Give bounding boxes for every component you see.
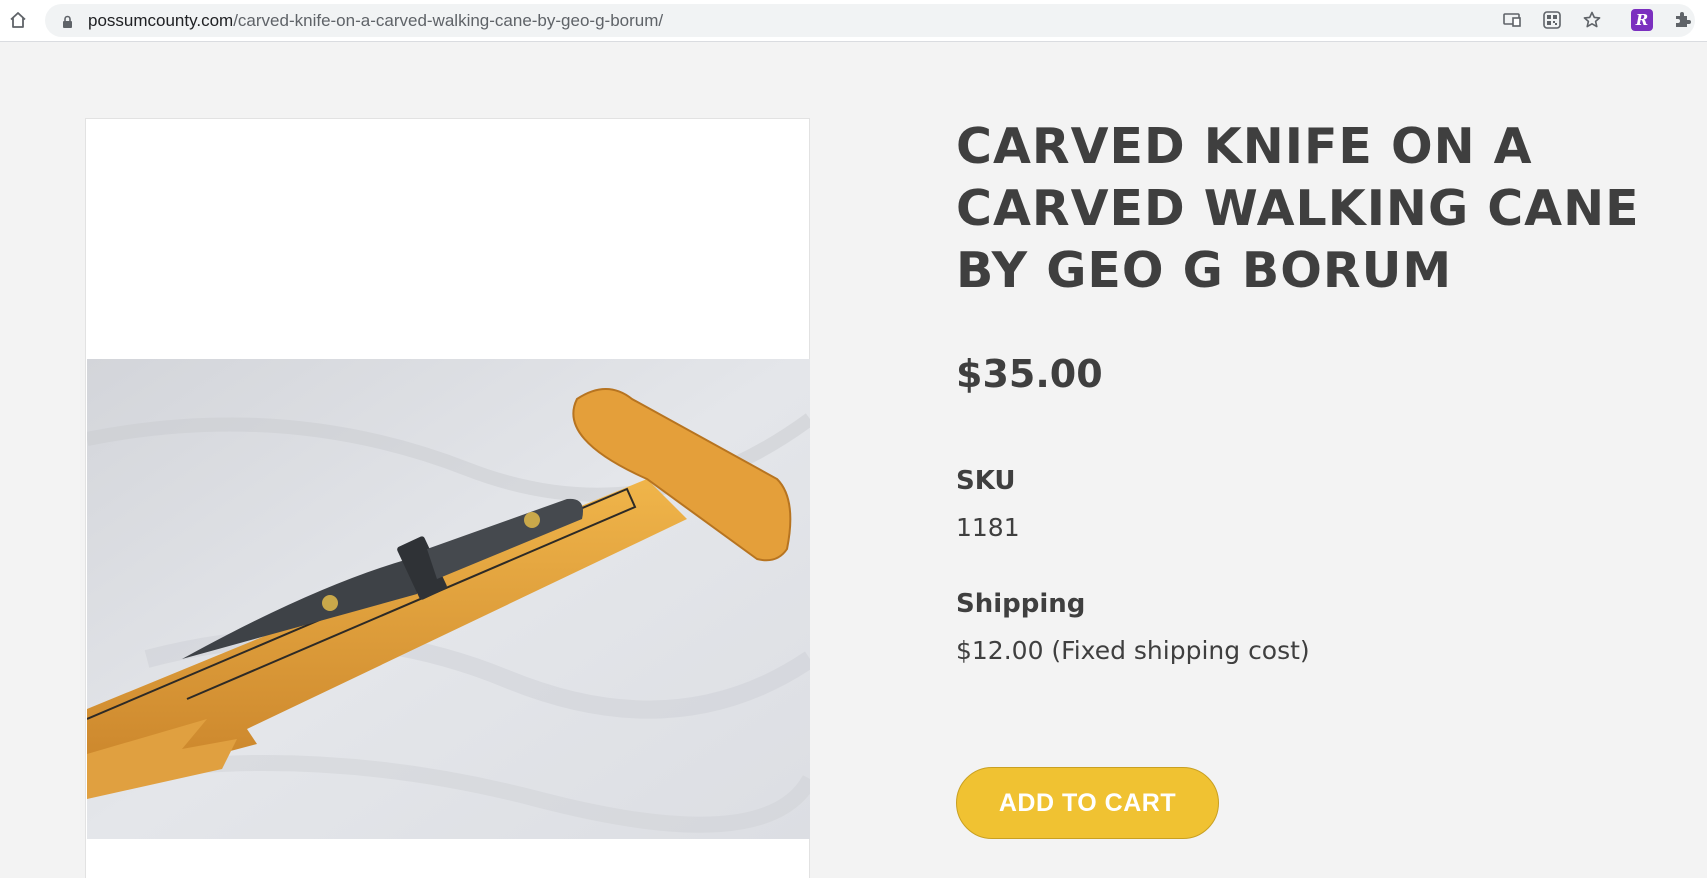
product-title: CARVED KNIFE ON A CARVED WALKING CANE BY…: [956, 118, 1640, 299]
carved-knife-cane-image: [87, 359, 810, 839]
lock-icon[interactable]: [62, 14, 73, 33]
browser-toolbar: possumcounty.com/carved-knife-on-a-carve…: [0, 0, 1707, 42]
sku-label: SKU: [956, 466, 1016, 496]
product-price: $35.00: [956, 352, 1103, 396]
home-icon[interactable]: [6, 8, 30, 32]
puzzle-icon[interactable]: [1670, 8, 1694, 32]
sku-value: 1181: [956, 513, 1020, 542]
product-photo[interactable]: [87, 359, 810, 839]
url-text[interactable]: possumcounty.com/carved-knife-on-a-carve…: [88, 4, 663, 37]
extension-r-icon[interactable]: R: [1631, 9, 1653, 31]
shipping-label: Shipping: [956, 589, 1086, 619]
cast-icon[interactable]: [1500, 8, 1524, 32]
bookmark-star-icon[interactable]: [1580, 8, 1604, 32]
add-to-cart-button[interactable]: ADD TO CART: [956, 767, 1219, 839]
url-path: /carved-knife-on-a-carved-walking-cane-b…: [233, 11, 664, 30]
qr-code-icon[interactable]: [1540, 8, 1564, 32]
shipping-value: $12.00 (Fixed shipping cost): [956, 636, 1310, 665]
address-bar[interactable]: possumcounty.com/carved-knife-on-a-carve…: [45, 4, 1695, 37]
url-host: possumcounty.com: [88, 11, 234, 30]
